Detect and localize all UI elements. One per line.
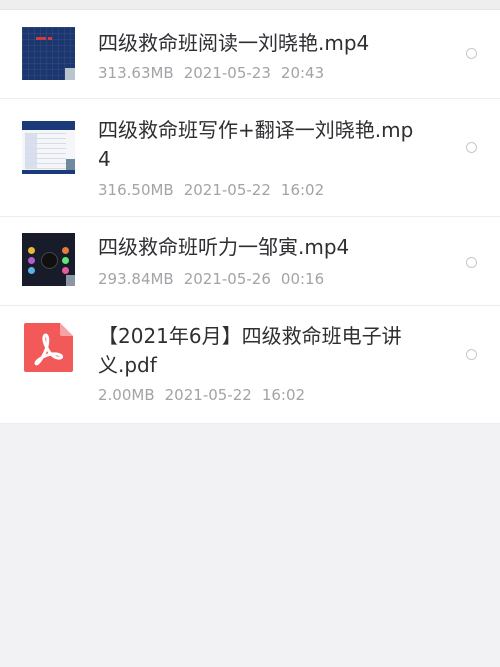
- file-date: 2021-05-22: [164, 386, 252, 404]
- file-date: 2021-05-22: [183, 181, 271, 199]
- select-radio[interactable]: [466, 257, 477, 268]
- file-name: 四级救命班阅读一刘晓艳.mp4: [98, 31, 370, 55]
- file-size: 316.50MB: [98, 181, 174, 199]
- file-meta: 2.00MB 2021-05-22 16:02: [98, 385, 305, 405]
- select-radio[interactable]: [466, 48, 477, 59]
- file-meta: 316.50MB 2021-05-22 16:02: [98, 180, 324, 200]
- file-name: 四级救命班听力一邹寅.mp4: [98, 235, 350, 259]
- file-name: 四级救命班写作+翻译一刘晓艳.mp4: [98, 118, 414, 171]
- file-row[interactable]: 四级救命班听力一邹寅.mp4 293.84MB 2021-05-26 00:16: [0, 217, 500, 306]
- top-bar-edge: [0, 0, 500, 10]
- video-thumbnail-icon: [22, 27, 75, 80]
- file-row[interactable]: 【2021年6月】四级救命班电子讲义.pdf 2.00MB 2021-05-22 1…: [0, 306, 500, 424]
- file-time: 20:43: [280, 64, 325, 82]
- file-date: 2021-05-26: [183, 270, 271, 288]
- file-meta: 293.84MB 2021-05-26 00:16: [98, 269, 324, 289]
- video-thumbnail-icon: [22, 121, 75, 174]
- file-time: 16:02: [280, 181, 325, 199]
- file-row[interactable]: 四级救命班阅读一刘晓艳.mp4 313.63MB 2021-05-23 20:43: [0, 10, 500, 99]
- select-radio[interactable]: [466, 142, 477, 153]
- file-date: 2021-05-23: [183, 64, 271, 82]
- file-row[interactable]: 四级救命班写作+翻译一刘晓艳.mp4 316.50MB 2021-05-22 16:…: [0, 99, 500, 217]
- file-size: 293.84MB: [98, 270, 174, 288]
- pdf-icon: [22, 321, 75, 374]
- file-size: 313.63MB: [98, 64, 174, 82]
- file-name: 【2021年6月】四级救命班电子讲义.pdf: [98, 324, 402, 377]
- select-radio[interactable]: [466, 349, 477, 360]
- file-meta: 313.63MB 2021-05-23 20:43: [98, 63, 324, 83]
- file-size: 2.00MB: [98, 386, 155, 404]
- video-thumbnail-icon: [22, 233, 75, 286]
- file-time: 16:02: [261, 386, 306, 404]
- file-time: 00:16: [280, 270, 325, 288]
- file-list: 四级救命班阅读一刘晓艳.mp4 313.63MB 2021-05-23 20:43 …: [0, 10, 500, 424]
